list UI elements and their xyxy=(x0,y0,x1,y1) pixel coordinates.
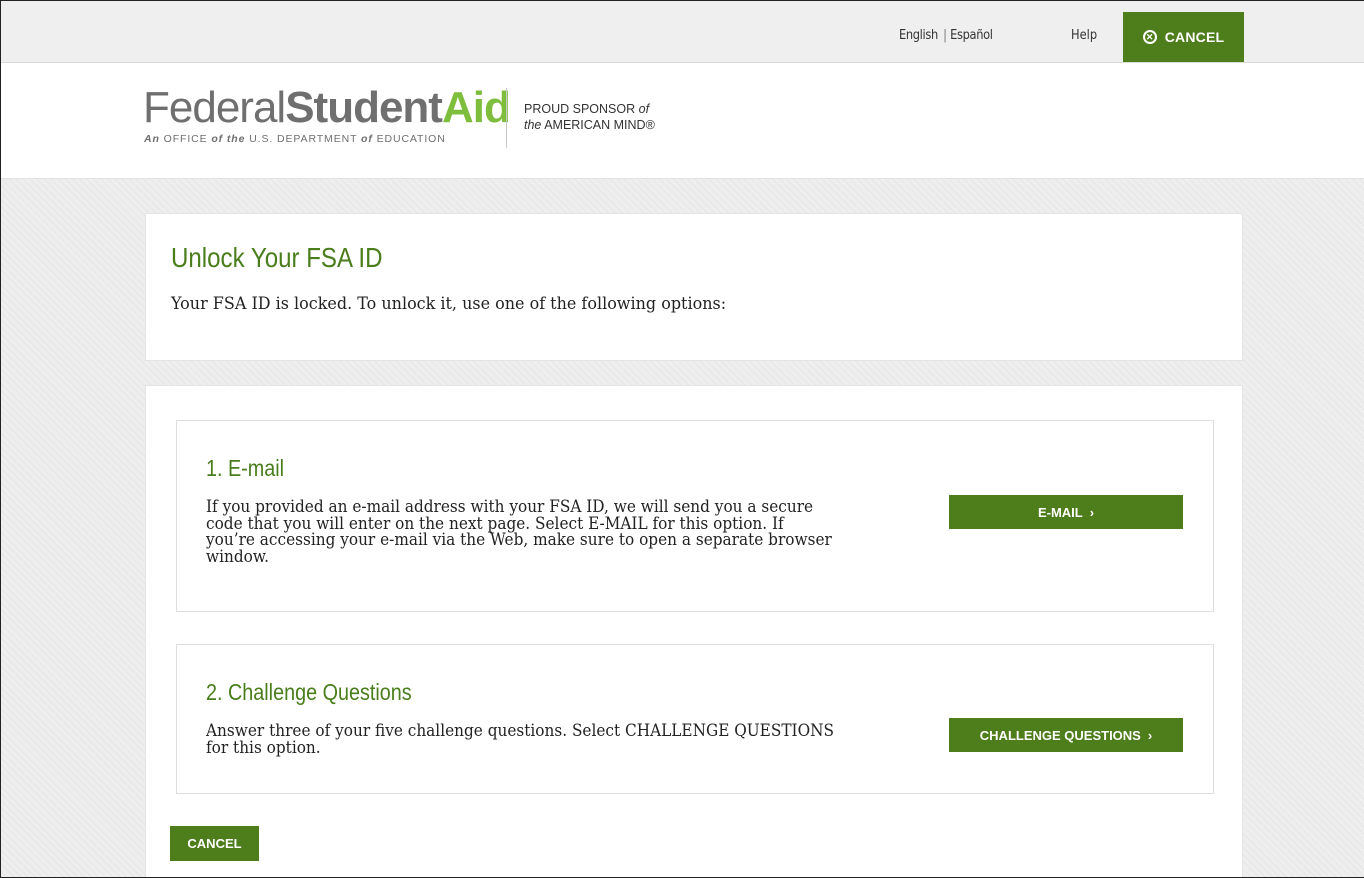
email-button-label: E-MAIL xyxy=(1037,504,1083,520)
language-english-link[interactable]: English xyxy=(899,28,938,43)
logo-sub-education: EDUCATION xyxy=(376,133,446,145)
sponsor-line2: AMERICAN MIND® xyxy=(544,118,655,132)
challenge-questions-button[interactable]: CHALLENGE QUESTIONS › xyxy=(949,718,1183,752)
logo-sub-department: U.S. DEPARTMENT xyxy=(249,133,358,145)
bottom-cancel-button[interactable]: CANCEL xyxy=(170,826,259,861)
email-button[interactable]: E-MAIL › xyxy=(949,495,1183,529)
main-content: Unlock Your FSA ID Your FSA ID is locked… xyxy=(1,179,1364,877)
logo-sub-of-2: of xyxy=(361,133,373,145)
option-challenge-description: Answer three of your five challenge ques… xyxy=(206,721,835,758)
sponsor-tagline: PROUD SPONSOR of the AMERICAN MIND® xyxy=(524,101,655,133)
logo-word-federal: Federal xyxy=(143,83,286,132)
logo-sub-the: the xyxy=(226,133,246,145)
sponsor-the: the xyxy=(524,118,542,132)
sponsor-line1: PROUD SPONSOR xyxy=(524,102,636,116)
chevron-right-icon: › xyxy=(1089,504,1095,520)
site-header: FederalStudentAid An OFFICE of the U.S. … xyxy=(1,63,1364,179)
chevron-right-icon: › xyxy=(1147,727,1153,743)
option-email-title: 1. E-mail xyxy=(206,455,285,481)
page-title: Unlock Your FSA ID xyxy=(171,242,383,273)
close-circle-icon: ✕ xyxy=(1142,30,1157,44)
page-intro-text: Your FSA ID is locked. To unlock it, use… xyxy=(171,294,727,314)
top-cancel-button[interactable]: ✕ CANCEL xyxy=(1123,12,1244,62)
challenge-questions-button-label: CHALLENGE QUESTIONS xyxy=(979,727,1141,743)
logo-divider xyxy=(506,88,507,148)
options-card: 1. E-mail If you provided an e-mail addr… xyxy=(145,385,1243,877)
page-frame: English | Español Help ✕ CANCEL FederalStu… xyxy=(0,0,1364,878)
language-switcher: English | Español xyxy=(899,28,993,43)
option-challenge-questions: 2. Challenge Questions Answer three of y… xyxy=(176,644,1214,794)
logo-sub-an: An xyxy=(144,133,160,145)
option-challenge-title: 2. Challenge Questions xyxy=(206,679,412,705)
logo-word-aid: Aid xyxy=(441,83,511,132)
language-separator: | xyxy=(943,28,947,43)
language-spanish-link[interactable]: Español xyxy=(950,28,993,43)
logo-sub-of: of xyxy=(211,133,224,145)
top-cancel-label: CANCEL xyxy=(1164,29,1225,45)
logo-word-student: Student xyxy=(285,83,443,132)
logo-subtitle: An OFFICE of the U.S. DEPARTMENT of EDUC… xyxy=(144,133,446,145)
utility-bar: English | Español Help ✕ CANCEL xyxy=(1,1,1364,63)
intro-card: Unlock Your FSA ID Your FSA ID is locked… xyxy=(145,213,1243,361)
help-link[interactable]: Help xyxy=(1071,28,1097,43)
sponsor-of: of xyxy=(638,102,650,116)
option-email-description: If you provided an e-mail address with y… xyxy=(206,497,832,567)
logo-sub-office: OFFICE xyxy=(163,133,208,145)
option-email: 1. E-mail If you provided an e-mail addr… xyxy=(176,420,1214,612)
federal-student-aid-logo[interactable]: FederalStudentAid xyxy=(143,83,511,132)
